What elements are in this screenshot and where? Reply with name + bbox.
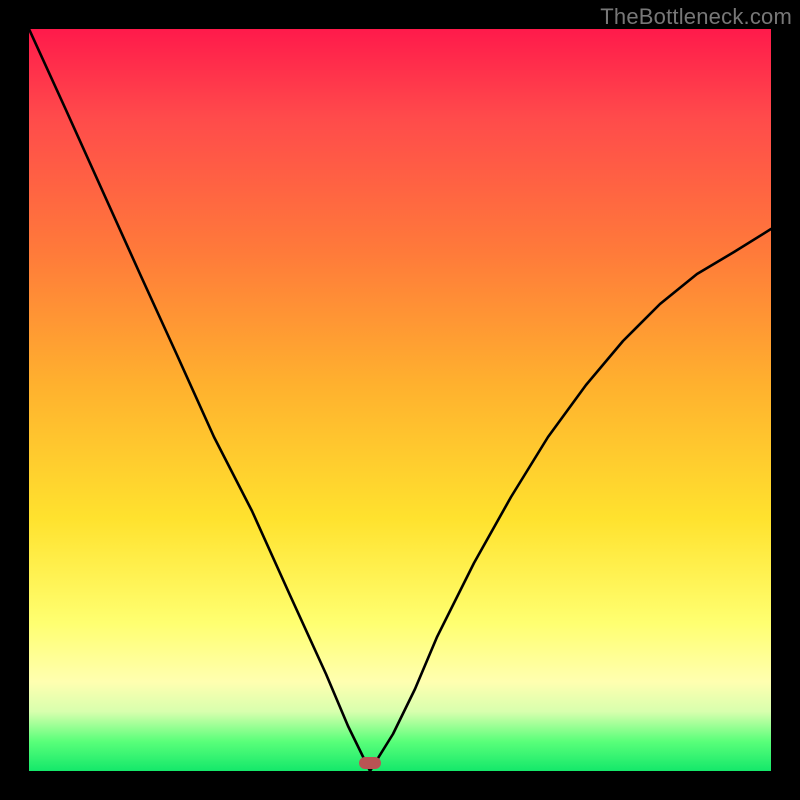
chart-frame: TheBottleneck.com [0,0,800,800]
min-marker [359,757,381,769]
watermark-text: TheBottleneck.com [600,4,792,30]
plot-area [29,29,771,771]
curve-path [29,29,771,771]
bottleneck-curve [29,29,771,771]
